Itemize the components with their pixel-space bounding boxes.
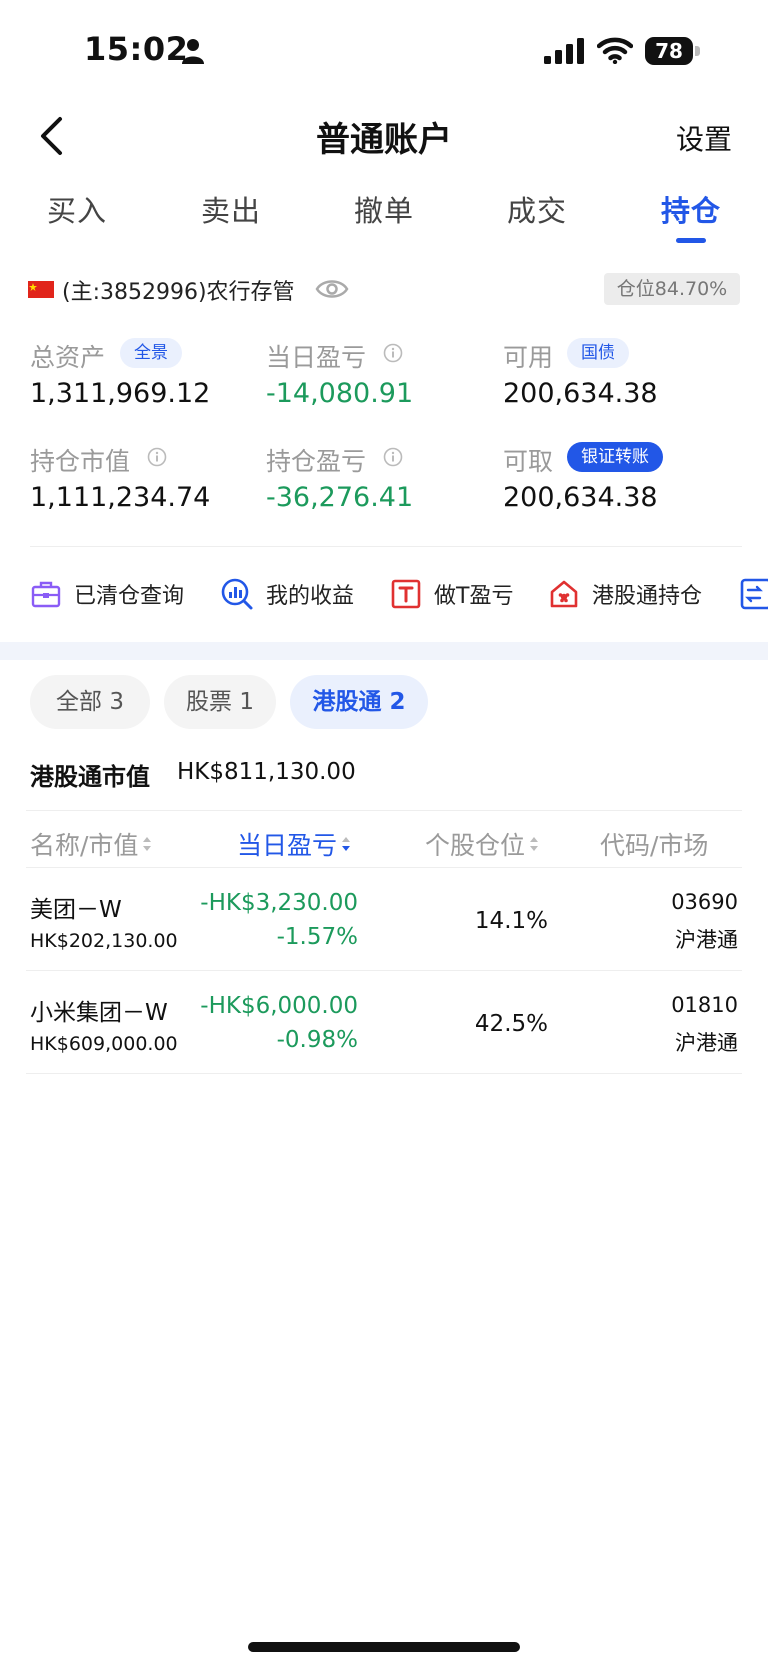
filter-stocks[interactable]: 股票 1 — [164, 675, 276, 729]
stock-market: 沪港通 — [675, 1031, 738, 1055]
holding-value-value: 1,111,234.74 — [30, 482, 211, 513]
table-row[interactable]: 美团－W HK$202,130.00 -HK$3,230.00 -1.57% 1… — [0, 868, 768, 970]
briefcase-icon — [31, 581, 61, 608]
stock-name: 美团－W — [30, 897, 122, 923]
stock-daily-pnl-pct: -0.98% — [276, 1027, 358, 1053]
stock-market-value: HK$609,000.00 — [30, 1033, 178, 1055]
person-icon — [182, 39, 204, 64]
holding-pnl-label: 持仓盈亏 — [266, 447, 367, 476]
withdrawable-value: 200,634.38 — [503, 482, 658, 513]
header-daily-pnl[interactable]: 当日盈亏 — [237, 826, 351, 862]
battery-indicator: 78 — [645, 37, 701, 65]
available-label: 可用 — [503, 343, 554, 372]
tab-deals[interactable]: 成交 — [507, 188, 567, 230]
market-value-label: 港股通市值 — [30, 763, 150, 791]
trade-tabs: 买入 卖出 撤单 成交 持仓 — [0, 188, 768, 248]
stock-daily-pnl: -HK$6,000.00 — [200, 993, 358, 1019]
cleared-positions-button[interactable]: 已清仓查询 — [30, 578, 184, 610]
t-square-icon — [391, 579, 421, 609]
stock-market: 沪港通 — [675, 928, 738, 952]
market-value-amount: HK$811,130.00 — [177, 759, 356, 785]
sort-icon — [342, 837, 351, 851]
withdrawable-label: 可取 — [503, 447, 554, 476]
bank-transfer-button[interactable]: 银证转账 — [567, 442, 663, 472]
hk-connect-holdings-button[interactable]: 港股通持仓 — [548, 578, 702, 610]
divider — [26, 810, 742, 811]
signal-icon — [544, 38, 584, 64]
tab-buy[interactable]: 买入 — [47, 188, 107, 230]
t-trade-pnl-label: 做T盈亏 — [434, 584, 514, 609]
home-indicator — [248, 1642, 520, 1652]
active-tab-indicator — [676, 238, 706, 243]
stock-daily-pnl: -HK$3,230.00 — [200, 890, 358, 916]
wifi-icon — [597, 37, 633, 64]
stock-position: 42.5% — [474, 1011, 548, 1037]
daily-pnl-value: -14,080.91 — [266, 378, 414, 409]
sort-icon — [143, 837, 152, 851]
sort-icon — [530, 837, 539, 851]
available-value: 200,634.38 — [503, 378, 658, 409]
divider — [26, 1073, 742, 1074]
my-earnings-button[interactable]: 我的收益 — [220, 578, 354, 610]
stock-name: 小米集团－W — [30, 1000, 168, 1026]
battery-level: 78 — [645, 37, 693, 65]
info-icon[interactable] — [383, 447, 403, 467]
panorama-button[interactable]: 全景 — [120, 338, 182, 368]
tab-holdings[interactable]: 持仓 — [661, 188, 721, 230]
exchange-icon[interactable] — [740, 578, 768, 610]
header-code-market: 代码/市场 — [600, 831, 709, 860]
divider — [30, 546, 742, 547]
settings-button[interactable]: 设置 — [676, 118, 732, 158]
header-position[interactable]: 个股仓位 — [425, 826, 539, 862]
info-icon[interactable] — [147, 447, 167, 467]
info-icon[interactable] — [383, 343, 403, 363]
chart-search-icon — [221, 578, 253, 610]
total-assets-label: 总资产 — [30, 343, 106, 372]
china-flag-icon — [28, 281, 54, 298]
hk-connect-holdings-label: 港股通持仓 — [592, 584, 703, 609]
status-time: 15:02 — [84, 30, 189, 68]
header-name-value[interactable]: 名称/市值 — [30, 826, 152, 862]
my-earnings-label: 我的收益 — [266, 584, 355, 609]
table-row[interactable]: 小米集团－W HK$609,000.00 -HK$6,000.00 -0.98%… — [0, 971, 768, 1073]
stock-code: 03690 — [671, 890, 738, 914]
hk-house-icon — [550, 580, 578, 608]
stock-position: 14.1% — [474, 908, 548, 934]
daily-pnl-label: 当日盈亏 — [266, 343, 367, 372]
stock-code: 01810 — [671, 993, 738, 1017]
cleared-positions-label: 已清仓查询 — [74, 584, 185, 609]
filter-all[interactable]: 全部 3 — [30, 675, 150, 729]
holding-pnl-value: -36,276.41 — [266, 482, 414, 513]
stock-daily-pnl-pct: -1.57% — [276, 924, 358, 950]
section-separator — [0, 642, 768, 660]
stock-market-value: HK$202,130.00 — [30, 930, 178, 952]
tab-cancel[interactable]: 撤单 — [354, 188, 414, 230]
holding-value-label: 持仓市值 — [30, 447, 131, 476]
tab-sell[interactable]: 卖出 — [201, 188, 261, 230]
eye-icon[interactable] — [315, 278, 349, 300]
t-trade-pnl-button[interactable]: 做T盈亏 — [390, 578, 513, 610]
page-title: 普通账户 — [316, 120, 452, 160]
treasury-button[interactable]: 国债 — [567, 338, 629, 368]
account-label[interactable]: (主:3852996)农行存管 — [62, 274, 295, 306]
filter-hk-connect[interactable]: 港股通 2 — [290, 675, 428, 729]
position-ratio-badge: 仓位84.70% — [604, 273, 740, 305]
total-assets-value: 1,311,969.12 — [30, 378, 211, 409]
